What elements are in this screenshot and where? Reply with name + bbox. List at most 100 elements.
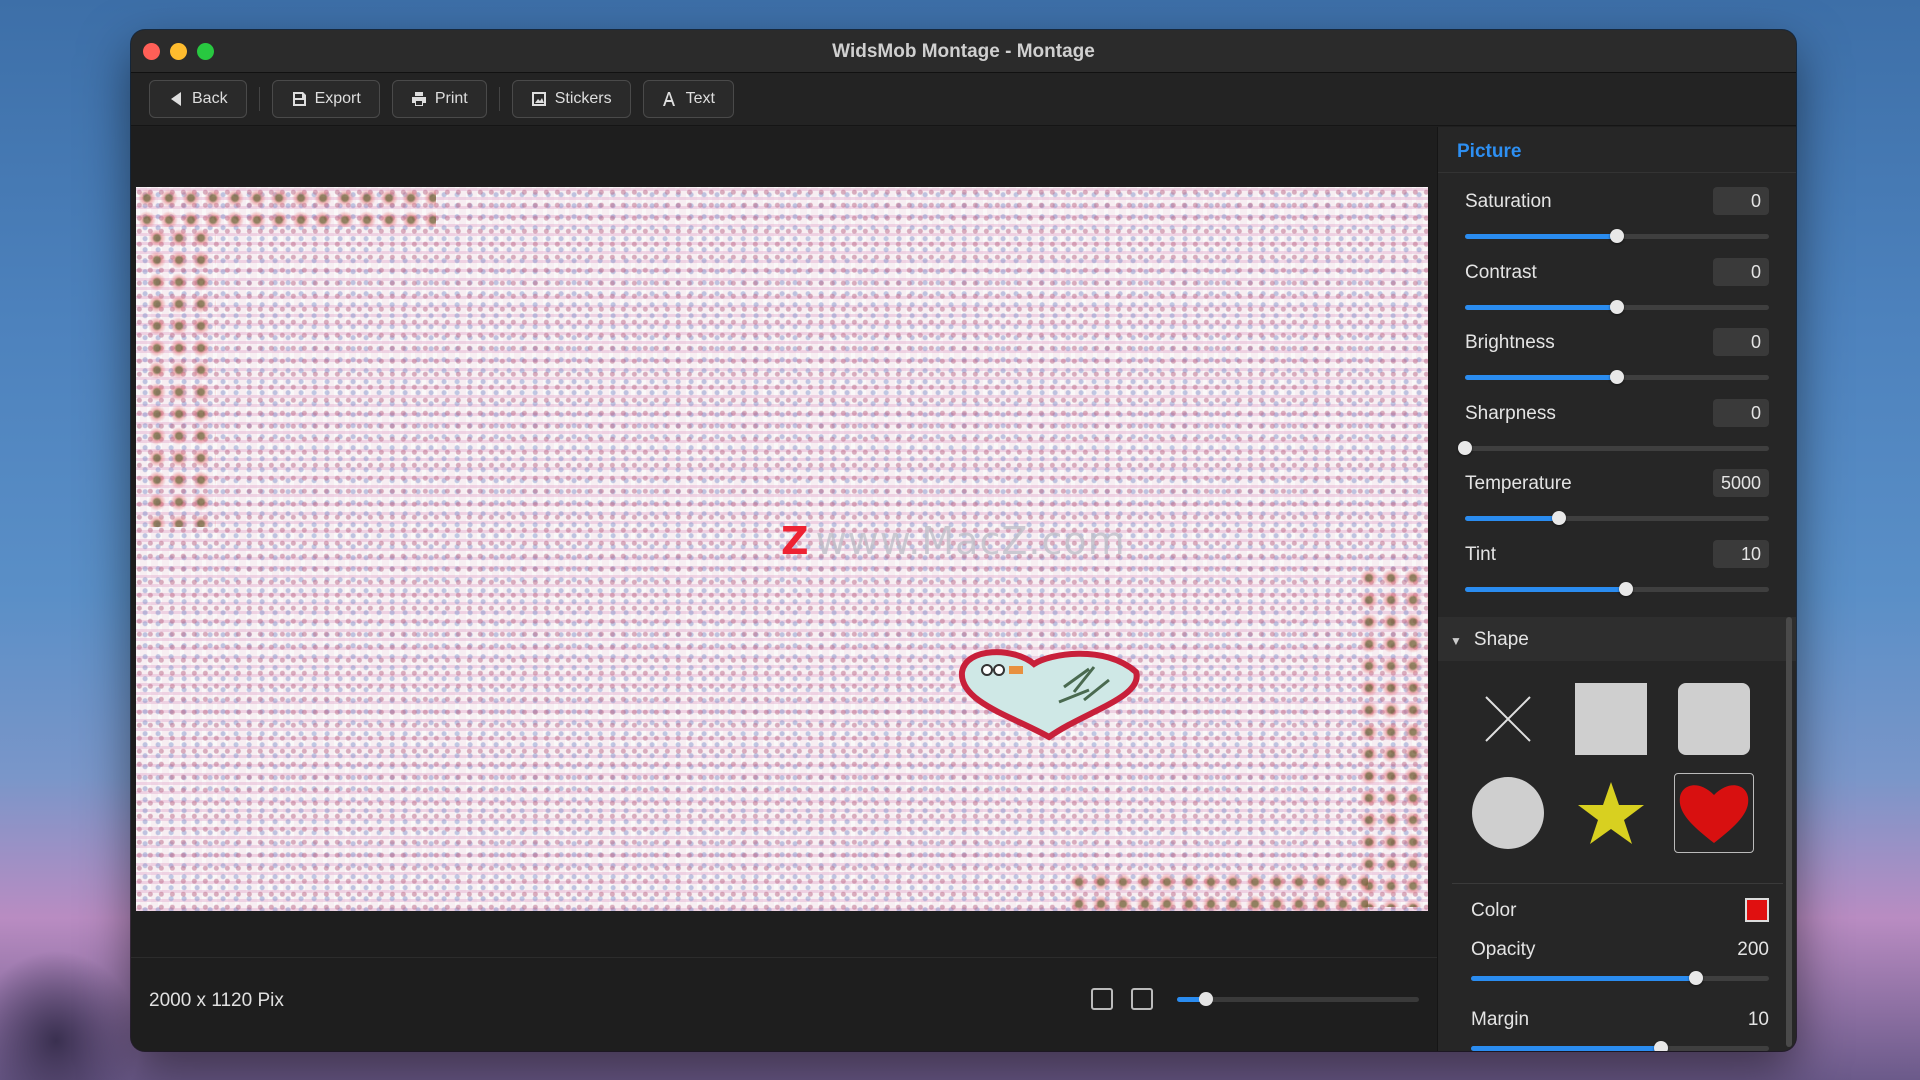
app-window: WidsMob Montage - Montage Back Export Pr… <box>131 30 1796 1051</box>
status-bar: 2000 x 1120 Pix <box>131 957 1437 1051</box>
panel-title: Picture <box>1438 127 1796 173</box>
export-icon <box>292 92 306 106</box>
color-row: Color <box>1471 898 1769 922</box>
adjustment-value-field[interactable]: 0 <box>1713 398 1769 427</box>
shape-circle-option[interactable] <box>1468 773 1548 853</box>
opacity-value: 200 <box>1737 939 1769 960</box>
adjustment-saturation: Saturation 0 <box>1465 187 1769 243</box>
print-button[interactable]: Print <box>391 80 487 118</box>
shape-section-label: Shape <box>1473 629 1529 650</box>
watermark-logo: Z <box>781 519 810 563</box>
opacity-label: Opacity <box>1471 939 1536 960</box>
adjustment-value-field[interactable]: 0 <box>1713 328 1769 356</box>
back-arrow-icon <box>171 92 181 106</box>
shape-none-option[interactable] <box>1468 679 1548 759</box>
opacity-row: Opacity 200 <box>1471 939 1769 985</box>
margin-label: Margin <box>1471 1009 1530 1030</box>
adjustment-value-field[interactable]: 0 <box>1713 257 1769 286</box>
star-icon <box>1578 782 1644 844</box>
disclosure-triangle-icon: ▼ <box>1450 634 1462 648</box>
sticker-icon <box>531 92 546 106</box>
adjustment-label: Sharpness <box>1465 402 1556 424</box>
adjustment-slider-fill <box>1465 586 1627 592</box>
shape-section-header[interactable]: ▼ Shape <box>1438 617 1796 661</box>
adjustment-label: Saturation <box>1465 191 1552 212</box>
fit-to-window-icon[interactable] <box>1091 988 1113 1010</box>
mosaic-accent <box>1068 871 1368 911</box>
opacity-slider-fill <box>1471 976 1704 981</box>
zoom-slider[interactable] <box>1177 992 1419 1006</box>
printer-icon <box>411 92 426 106</box>
margin-row: Margin 10 <box>1471 1009 1769 1051</box>
adjustment-slider-knob[interactable] <box>1552 511 1567 525</box>
adjustment-sharpness: Sharpness 0 <box>1458 398 1769 455</box>
text-label: Text <box>685 90 715 107</box>
adjustment-slider[interactable] <box>1458 440 1769 455</box>
shape-star-option[interactable] <box>1571 773 1651 853</box>
adjustment-slider-fill <box>1465 375 1617 380</box>
adjustment-slider-knob[interactable] <box>1619 581 1634 596</box>
shape-heart-option[interactable] <box>1674 773 1754 853</box>
circle-icon <box>1472 777 1544 849</box>
adjustment-slider[interactable] <box>1465 511 1769 525</box>
text-button[interactable]: Text <box>642 80 734 118</box>
adjustment-slider-fill <box>1465 516 1560 521</box>
adjustment-contrast: Contrast 0 <box>1465 257 1769 314</box>
zoom-slider-knob[interactable] <box>1199 992 1214 1006</box>
export-button[interactable]: Export <box>271 80 380 118</box>
margin-slider[interactable] <box>1471 1041 1769 1051</box>
margin-slider-fill <box>1471 1046 1668 1051</box>
watermark: Zwww.MacZ.com <box>781 519 1126 563</box>
stickers-label: Stickers <box>554 90 612 107</box>
adjustment-slider-knob[interactable] <box>1458 440 1472 455</box>
adjustment-slider-knob[interactable] <box>1610 229 1624 243</box>
adjustment-slider-fill <box>1465 234 1617 239</box>
mosaic-accent <box>146 227 216 527</box>
adjustment-panel: Picture Saturation 0 Contrast 0 Brightness 0 S… <box>1437 127 1796 1051</box>
shape-grid <box>1468 679 1768 853</box>
image-dimensions: 2000 x 1120 Pix <box>149 990 284 1011</box>
adjustment-slider[interactable] <box>1465 299 1769 314</box>
back-button[interactable]: Back <box>149 80 247 118</box>
heart-sticker[interactable] <box>954 642 1144 742</box>
adjustment-label: Temperature <box>1465 473 1572 494</box>
adjustment-slider[interactable] <box>1465 370 1769 384</box>
actual-size-icon[interactable] <box>1131 988 1153 1010</box>
adjustment-label: Tint <box>1465 543 1496 565</box>
adjustment-label: Brightness <box>1465 332 1555 353</box>
none-icon <box>1485 696 1531 742</box>
adjustment-slider[interactable] <box>1465 581 1769 596</box>
montage-preview[interactable]: Zwww.MacZ.com <box>136 187 1428 911</box>
heart-icon <box>1679 785 1749 843</box>
adjustment-value-field[interactable]: 5000 <box>1712 469 1769 497</box>
shape-rounded-square-option[interactable] <box>1674 679 1754 759</box>
preview-area: Zwww.MacZ.com 2000 x 1120 Pix <box>131 127 1437 1051</box>
shape-square-option[interactable] <box>1571 679 1651 759</box>
watermark-text: www.MacZ.com <box>815 519 1126 563</box>
back-label: Back <box>192 90 228 107</box>
stickers-button[interactable]: Stickers <box>511 80 631 118</box>
adjustment-slider-knob[interactable] <box>1610 299 1624 314</box>
adjustment-slider-knob[interactable] <box>1610 370 1624 384</box>
adjustment-slider-fill <box>1465 304 1617 310</box>
color-swatch[interactable] <box>1745 898 1769 922</box>
window-title: WidsMob Montage - Montage <box>832 41 1095 62</box>
print-label: Print <box>434 90 468 107</box>
opacity-slider-knob[interactable] <box>1689 971 1704 985</box>
zoom-controls <box>1091 988 1153 1010</box>
adjustment-value-field[interactable]: 10 <box>1713 539 1769 568</box>
opacity-slider[interactable] <box>1471 971 1769 985</box>
export-label: Export <box>314 90 361 107</box>
adjustment-label: Contrast <box>1465 261 1537 283</box>
mosaic-accent <box>1358 567 1428 907</box>
panel-scrollbar[interactable] <box>1786 617 1792 1047</box>
title-bar: WidsMob Montage - Montage <box>131 30 1796 73</box>
rounded-square-icon <box>1678 683 1750 755</box>
adjustment-tint: Tint 10 <box>1465 539 1769 596</box>
adjustment-value-field[interactable]: 0 <box>1713 187 1769 215</box>
margin-slider-knob[interactable] <box>1653 1041 1668 1051</box>
adjustment-temperature: Temperature 5000 <box>1465 469 1769 525</box>
desktop-background <box>0 950 140 1080</box>
adjustment-slider[interactable] <box>1465 229 1769 243</box>
color-label: Color <box>1471 900 1517 921</box>
